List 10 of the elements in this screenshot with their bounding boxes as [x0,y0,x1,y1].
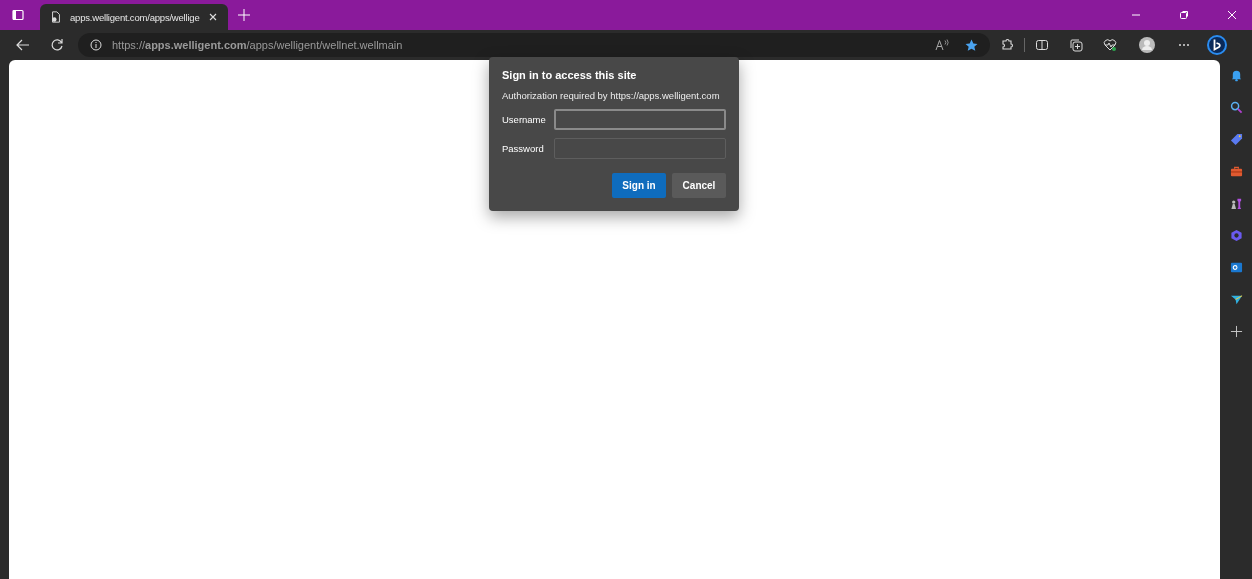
field-label: Password [502,143,545,154]
tab-title: apps.welligent.com/apps/wellige [70,11,200,23]
browser-tab[interactable]: apps.welligent.com/apps/wellige [40,4,228,30]
sign-in-button[interactable]: Sign in [612,173,666,198]
dialog-message: Authorization required by https://apps.welligent.com [502,90,721,101]
url-text: https://apps.welligent.com/apps/welligent/wellnet.wellmain [112,39,403,51]
cancel-button[interactable]: Cancel [672,173,726,198]
field-label: Username [502,114,546,125]
dialog-title: Sign in to access this site [502,69,638,81]
address-bar[interactable]: https://apps.welligent.com/apps/welligent/wellnet.wellmain [78,33,990,57]
